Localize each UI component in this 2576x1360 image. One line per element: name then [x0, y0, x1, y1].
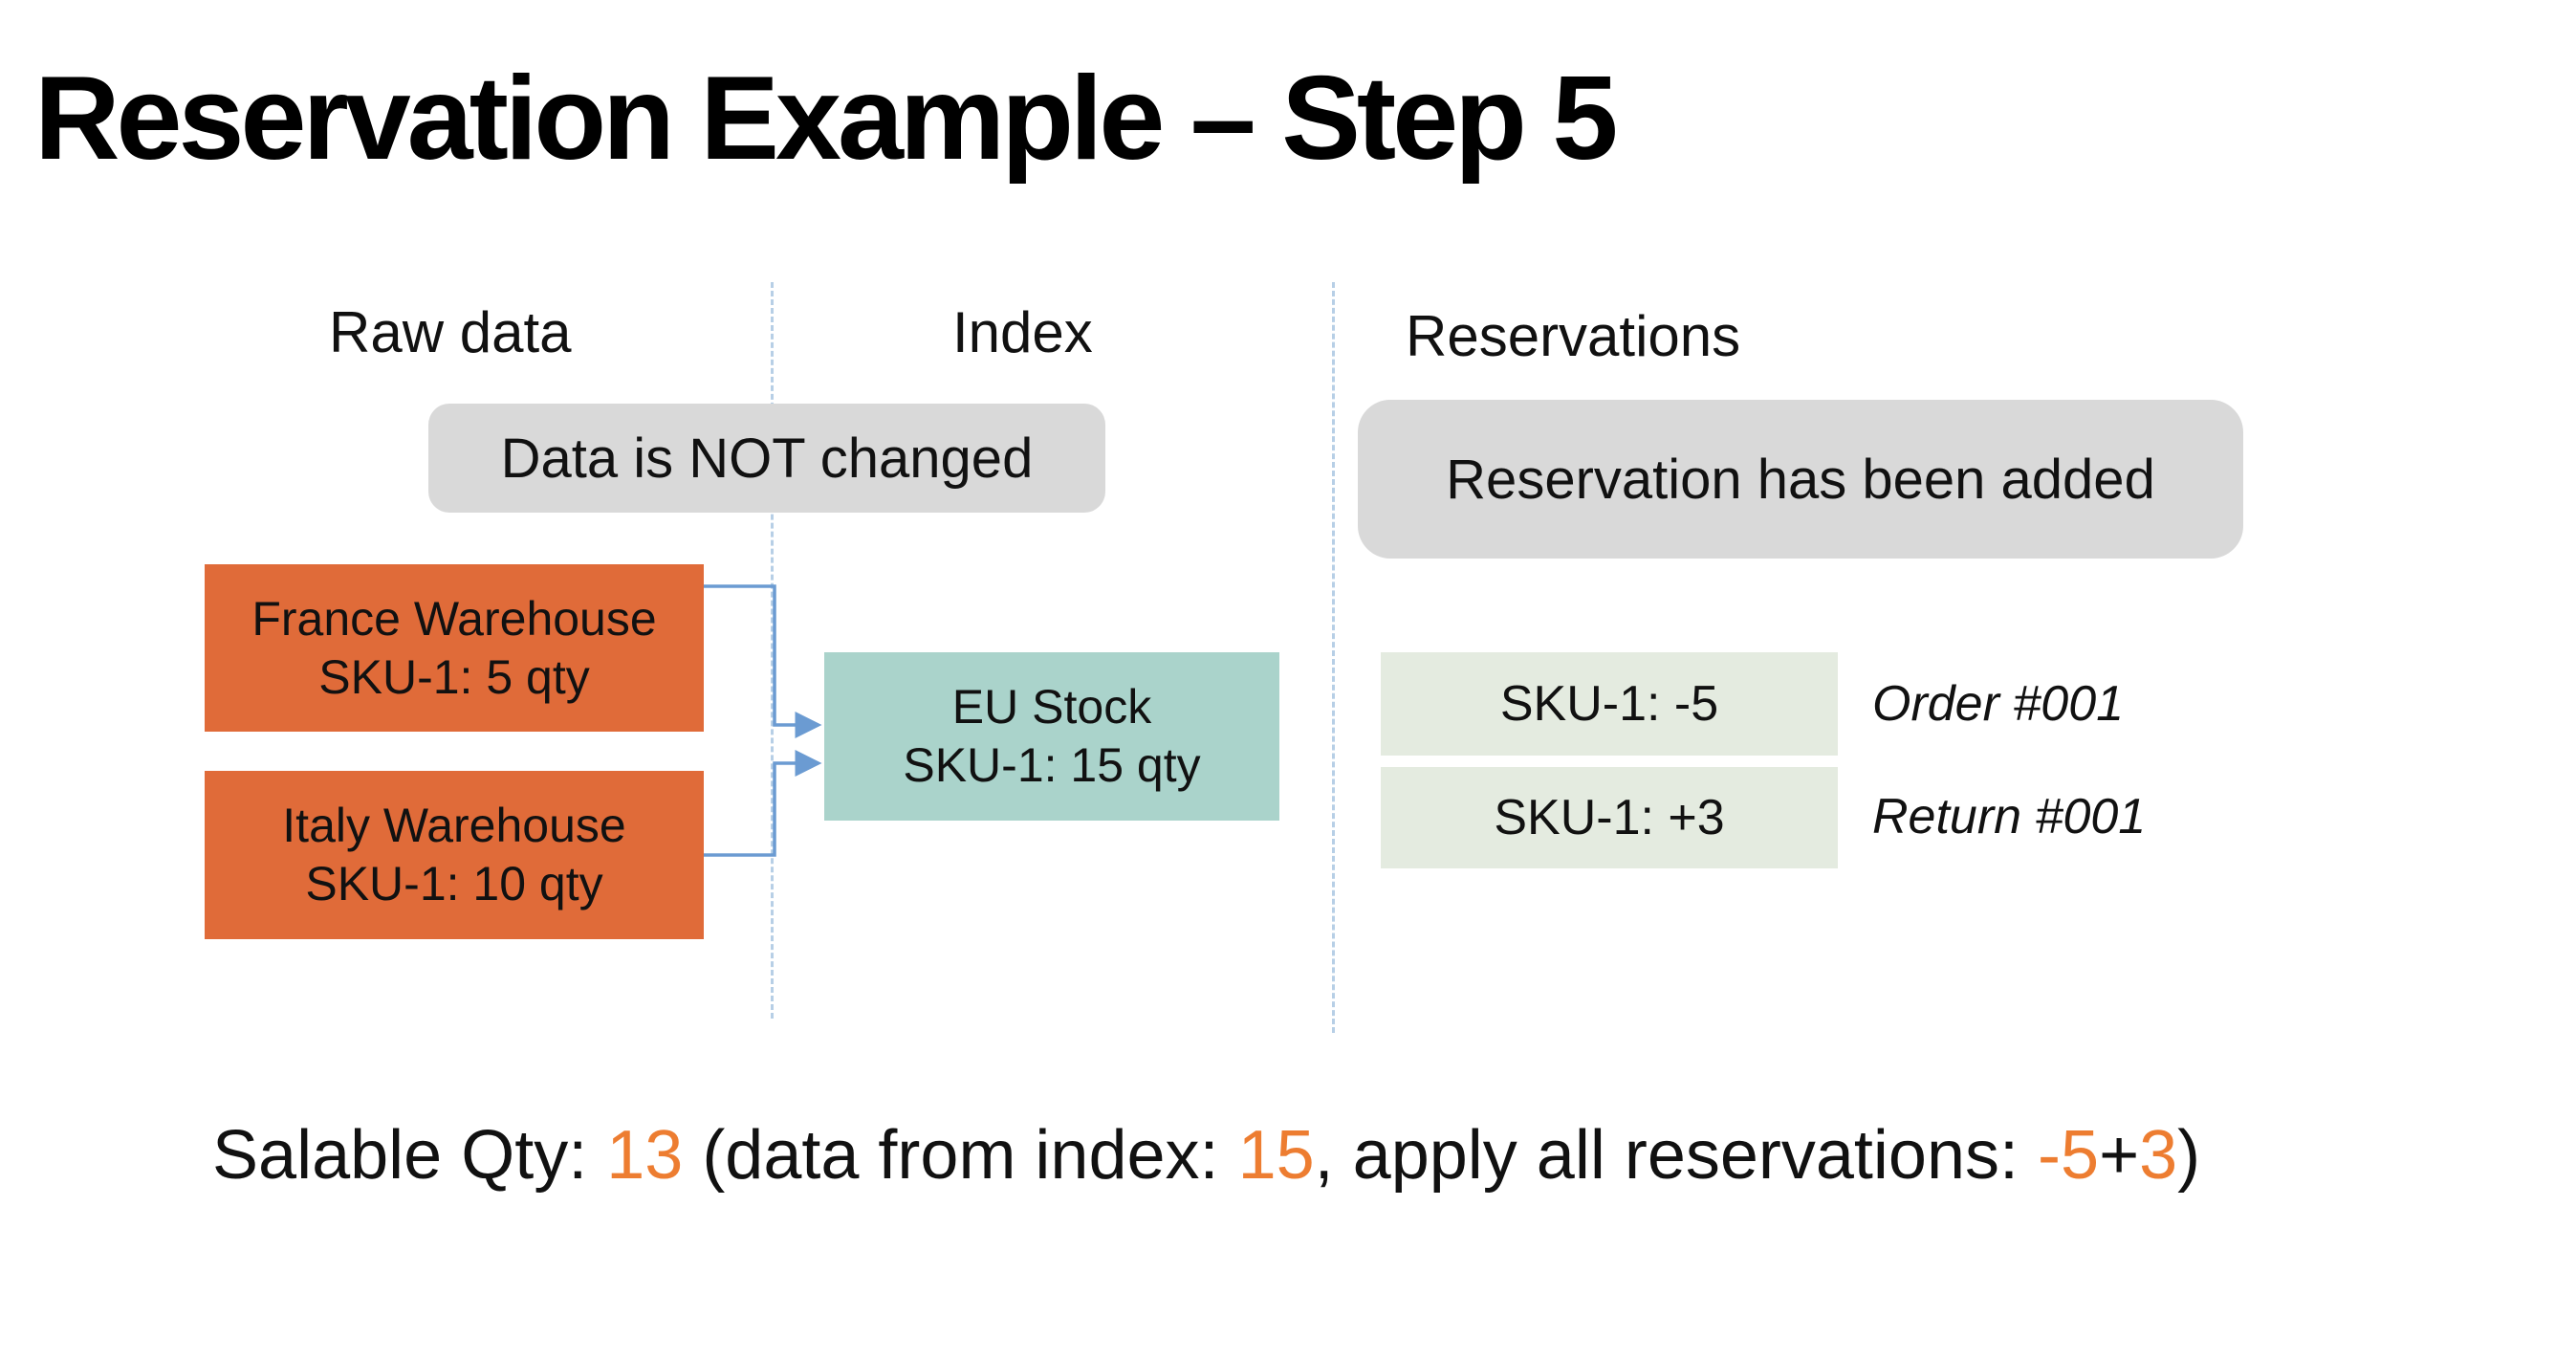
summary-text: , apply all reservations: [1314, 1117, 2039, 1194]
connector-italy-to-index [704, 750, 822, 857]
reservation-value-return: 3 [2139, 1117, 2178, 1194]
reservation-row: SKU-1: -5 [1381, 652, 1838, 756]
index-qty-value: 15 [1237, 1117, 1315, 1194]
reservation-row: SKU-1: +3 [1381, 767, 1838, 868]
summary-text: (data from index: [683, 1117, 1238, 1194]
salable-qty-value: 13 [606, 1117, 684, 1194]
salable-qty-summary: Salable Qty: 13 (data from index: 15, ap… [212, 1121, 2200, 1190]
reservation-value-order: -5 [2038, 1117, 2100, 1194]
reservation-value: SKU-1: -5 [1499, 676, 1719, 732]
summary-plus: + [2099, 1117, 2140, 1194]
summary-prefix: Salable Qty: [212, 1117, 607, 1194]
reservation-value: SKU-1: +3 [1494, 790, 1725, 845]
reservation-label: Order #001 [1872, 676, 2125, 732]
connector-france-to-index [704, 584, 822, 738]
reservation-label: Return #001 [1872, 789, 2147, 845]
summary-suffix: ) [2177, 1117, 2201, 1194]
